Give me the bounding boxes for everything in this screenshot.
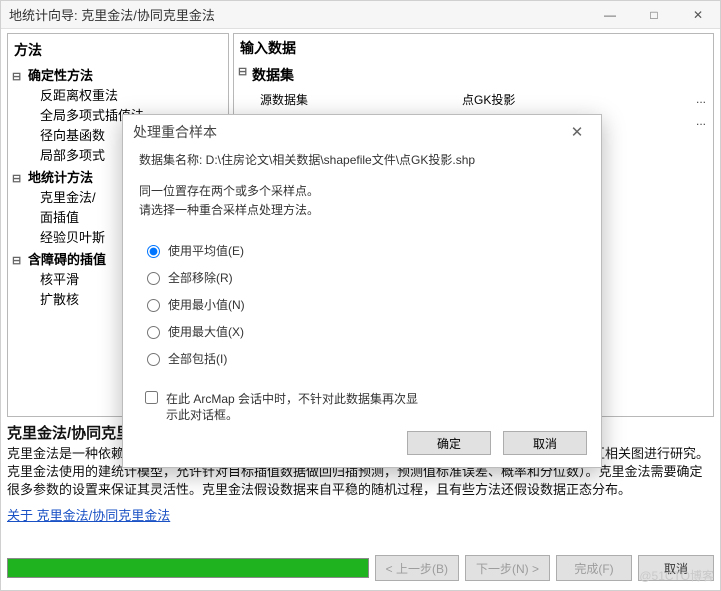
radio-include-all[interactable]: 全部包括(I) — [147, 350, 585, 369]
radio-label: 使用平均值(E) — [168, 242, 244, 261]
suppress-dialog-label: 在此 ArcMap 会话中时，不针对此数据集再次显示此对话框。 — [166, 391, 425, 423]
suppress-dialog-checkbox[interactable] — [145, 391, 158, 404]
next-button[interactable]: 下一步(N) > — [465, 555, 550, 581]
dialog-message-1: 同一位置存在两个或多个采样点。 — [139, 182, 585, 201]
input-header: 输入数据 — [234, 34, 713, 62]
dataset-group-header[interactable]: 数据集 — [234, 62, 713, 88]
radio-label: 全部包括(I) — [168, 350, 227, 369]
radio-mean[interactable]: 使用平均值(E) — [147, 242, 585, 261]
help-link[interactable]: 关于 克里金法/协同克里金法 — [7, 507, 170, 525]
finish-button[interactable]: 完成(F) — [556, 555, 632, 581]
dialog-title: 处理重合样本 — [133, 122, 563, 142]
dialog-close-icon[interactable]: ✕ — [563, 123, 591, 141]
radio-input[interactable] — [147, 272, 160, 285]
radio-max[interactable]: 使用最大值(X) — [147, 323, 585, 342]
maximize-button[interactable]: □ — [632, 1, 676, 29]
prop-row-source: 源数据集 点GK投影 ... — [234, 88, 713, 110]
dialog-titlebar: 处理重合样本 ✕ — [123, 115, 601, 149]
radio-label: 使用最小值(N) — [168, 296, 245, 315]
dialog-message-2: 请选择一种重合采样点处理方法。 — [139, 201, 585, 220]
radio-input[interactable] — [147, 245, 160, 258]
radio-input[interactable] — [147, 299, 160, 312]
suppress-dialog-row[interactable]: 在此 ArcMap 会话中时，不针对此数据集再次显示此对话框。 — [145, 391, 425, 423]
tree-item[interactable]: 反距离权重法 — [40, 86, 224, 106]
progress-fill — [8, 559, 368, 577]
close-button[interactable]: ✕ — [676, 1, 720, 29]
tree-group-deterministic[interactable]: 确定性方法 — [12, 66, 224, 86]
radio-label: 全部移除(R) — [168, 269, 233, 288]
back-button[interactable]: < 上一步(B) — [375, 555, 459, 581]
ellipsis-icon[interactable]: ... — [689, 92, 713, 106]
titlebar: 地统计向导: 克里金法/协同克里金法 — □ ✕ — [1, 1, 720, 29]
dataset-path-value: D:\住房论文\相关数据\shapefile文件\点GK投影.shp — [206, 153, 475, 167]
dialog-body: 数据集名称: D:\住房论文\相关数据\shapefile文件\点GK投影.sh… — [123, 151, 601, 423]
watermark: @51CTO博客 — [639, 567, 714, 584]
window-title: 地统计向导: 克里金法/协同克里金法 — [9, 5, 588, 24]
wizard-footer: < 上一步(B) 下一步(N) > 完成(F) 取消 — [1, 546, 720, 590]
ok-button[interactable]: 确定 — [407, 431, 491, 455]
dialog-cancel-button[interactable]: 取消 — [503, 431, 587, 455]
method-header: 方法 — [12, 36, 224, 64]
ellipsis-icon[interactable]: ... — [689, 114, 713, 128]
radio-label: 使用最大值(X) — [168, 323, 244, 342]
dialog-button-row: 确定 取消 — [407, 431, 587, 455]
dataset-path-label: 数据集名称: — [139, 153, 206, 167]
minimize-button[interactable]: — — [588, 1, 632, 29]
method-radio-group: 使用平均值(E) 全部移除(R) 使用最小值(N) 使用最大值(X) 全部包括(… — [147, 242, 585, 369]
coincident-samples-dialog: 处理重合样本 ✕ 数据集名称: D:\住房论文\相关数据\shapefile文件… — [122, 114, 602, 468]
dataset-path-row: 数据集名称: D:\住房论文\相关数据\shapefile文件\点GK投影.sh… — [139, 151, 585, 170]
radio-min[interactable]: 使用最小值(N) — [147, 296, 585, 315]
prop-value[interactable]: 点GK投影 — [462, 91, 689, 108]
radio-input[interactable] — [147, 326, 160, 339]
progress-bar — [7, 558, 369, 578]
radio-remove-all[interactable]: 全部移除(R) — [147, 269, 585, 288]
radio-input[interactable] — [147, 353, 160, 366]
prop-key: 源数据集 — [234, 91, 462, 108]
